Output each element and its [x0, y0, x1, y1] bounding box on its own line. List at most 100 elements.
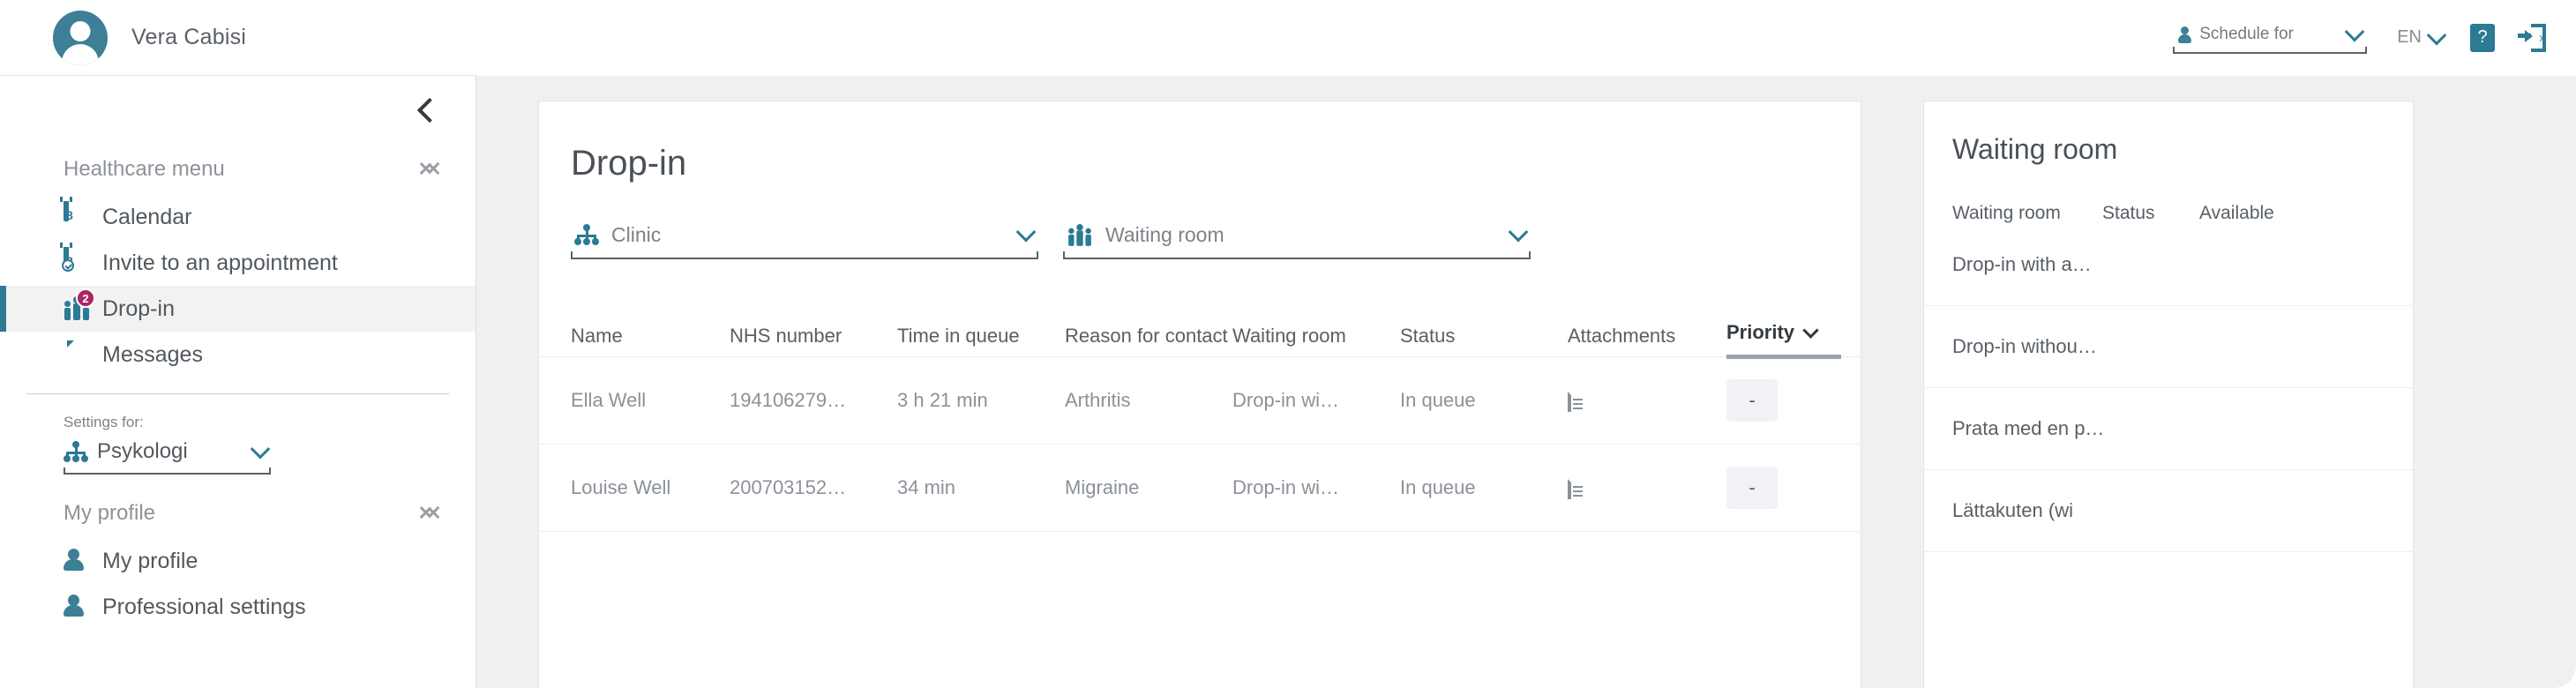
- language-label: EN: [2397, 27, 2422, 47]
- sidebar-collapse-button[interactable]: [0, 76, 476, 145]
- cell-time-in-queue: 34 min: [897, 476, 956, 498]
- sidebar-item-messages[interactable]: Messages: [0, 332, 476, 378]
- table-header-row: Name NHS number Time in queue Reason for…: [539, 295, 1861, 359]
- waiting-room-name: Prata med en p…: [1952, 417, 2102, 439]
- my-profile-header: My profile: [0, 489, 476, 538]
- column-header-priority-label: Priority: [1726, 321, 1795, 343]
- waiting-room-row[interactable]: Drop-in withou…: [1924, 306, 2413, 388]
- drop-in-panel: Drop-in Clinic Waiting room Name NHS num…: [538, 101, 1861, 688]
- document-icon[interactable]: [1568, 476, 1571, 499]
- cell-status: In queue: [1400, 476, 1476, 498]
- sidebar-item-my-profile[interactable]: My profile: [0, 538, 476, 584]
- drop-in-badge: 2: [76, 288, 95, 308]
- clinic-select[interactable]: Clinic: [571, 221, 1038, 259]
- cell-waiting-room: Drop-in wi…: [1232, 476, 1340, 498]
- waiting-room-select[interactable]: Waiting room: [1063, 221, 1531, 259]
- people-icon: [1067, 223, 1092, 246]
- sidebar-item-drop-in[interactable]: 2 Drop-in: [0, 286, 476, 332]
- column-header-waiting-room: Waiting room: [1952, 203, 2061, 223]
- sidebar-item-invite-to-an-appointment[interactable]: 8 Invite to an appointment: [0, 240, 476, 286]
- chevron-down-icon: [1015, 221, 1037, 243]
- calendar-icon: 8: [60, 197, 90, 230]
- collapse-section-icon[interactable]: [419, 497, 440, 527]
- settings-for-select[interactable]: Psykologi: [64, 437, 271, 475]
- table-row[interactable]: Ella Well 194106279… 3 h 21 min Arthriti…: [539, 357, 1861, 445]
- cell-attachments[interactable]: [1568, 389, 1726, 412]
- sidebar-item-label: My profile: [102, 548, 198, 573]
- column-header-status: Status: [2102, 203, 2155, 223]
- people-icon: 2: [64, 288, 95, 322]
- page-title: Drop-in: [571, 144, 687, 183]
- cell-waiting-room: Drop-in wi…: [1232, 389, 1340, 411]
- sidebar-item-calendar[interactable]: 8 Calendar: [0, 194, 476, 240]
- settings-for-label: Settings for:: [64, 414, 144, 430]
- person-icon: [64, 548, 90, 574]
- column-header-available: Available: [2199, 203, 2274, 223]
- chevron-down-icon: [2344, 21, 2365, 42]
- waiting-room-row[interactable]: Prata med en p…: [1924, 388, 2413, 470]
- top-bar: Vera Cabisi Schedule for EN ? x: [0, 0, 2576, 75]
- cell-attachments[interactable]: [1568, 476, 1726, 499]
- logout-icon[interactable]: x: [2518, 23, 2546, 52]
- waiting-room-name: Drop-in with a…: [1952, 253, 2092, 275]
- cell-reason: Arthritis: [1065, 389, 1131, 411]
- column-header-time-in-queue[interactable]: Time in queue: [897, 325, 1065, 356]
- chevron-left-icon: [416, 97, 443, 123]
- sidebar-item-label: Drop-in: [102, 295, 175, 321]
- sidebar-item-label: Calendar: [102, 204, 192, 229]
- waiting-room-panel: Waiting room Waiting room Status Availab…: [1923, 101, 2414, 688]
- priority-chip[interactable]: -: [1726, 379, 1778, 422]
- priority-chip[interactable]: -: [1726, 467, 1778, 509]
- application-window: Vera Cabisi Schedule for EN ? x Healthca…: [0, 0, 2576, 688]
- column-header-nhs-number[interactable]: NHS number: [730, 325, 897, 356]
- cell-nhs-number: 194106279…: [730, 389, 847, 411]
- schedule-for-select[interactable]: Schedule for: [2173, 21, 2368, 54]
- column-header-reason-for-contact[interactable]: Reason for contact: [1065, 325, 1232, 356]
- column-header-name[interactable]: Name: [571, 325, 730, 356]
- avatar-head: [70, 20, 91, 41]
- message-icon: [64, 341, 90, 368]
- chevron-down-icon: [1802, 321, 1819, 339]
- table-row[interactable]: Louise Well 200703152… 34 min Migraine D…: [539, 445, 1861, 532]
- collapse-section-icon[interactable]: [419, 153, 440, 183]
- content-area: Drop-in Clinic Waiting room Name NHS num…: [476, 76, 2576, 688]
- document-icon[interactable]: [1568, 389, 1571, 412]
- cell-nhs-number: 200703152…: [730, 476, 847, 498]
- queue-table: Name NHS number Time in queue Reason for…: [539, 295, 1861, 532]
- chevron-down-icon: [1508, 221, 1529, 243]
- org-chart-icon: [574, 224, 599, 245]
- clinic-select-label: Clinic: [611, 222, 662, 246]
- my-profile-title: My profile: [64, 501, 156, 525]
- cell-priority: -: [1726, 467, 1841, 509]
- column-header-priority[interactable]: Priority: [1726, 321, 1841, 359]
- arrow-head: [2525, 29, 2533, 42]
- org-chart-icon: [64, 441, 88, 462]
- user-name: Vera Cabisi: [131, 25, 247, 49]
- chevron-down-icon: [2426, 25, 2447, 45]
- avatar[interactable]: [53, 10, 108, 65]
- sidebar-item-professional-settings[interactable]: Professional settings: [0, 584, 476, 630]
- cell-name: Louise Well: [571, 476, 671, 498]
- column-header-attachments[interactable]: Attachments: [1568, 325, 1726, 356]
- waiting-room-header-row: Waiting room Status Available: [1924, 166, 2413, 224]
- cell-name: Ella Well: [571, 389, 647, 411]
- cell-time-in-queue: 3 h 21 min: [897, 389, 988, 411]
- column-header-waiting-room[interactable]: Waiting room: [1232, 325, 1400, 356]
- schedule-for-label: Schedule for: [2199, 25, 2294, 43]
- waiting-room-name: Lättakuten (wi: [1952, 499, 2073, 521]
- filter-bar: Clinic Waiting room: [539, 183, 1861, 259]
- top-bar-actions: Schedule for EN ? x: [2173, 21, 2546, 54]
- language-select[interactable]: EN: [2397, 25, 2447, 48]
- waiting-room-row[interactable]: Drop-in with a…: [1924, 224, 2413, 306]
- settings-for-block: Settings for: Psykologi: [0, 394, 476, 475]
- healthcare-menu-header: Healthcare menu: [0, 145, 476, 194]
- cell-priority: -: [1726, 379, 1841, 422]
- waiting-room-name: Drop-in withou…: [1952, 335, 2097, 357]
- help-button[interactable]: ?: [2470, 23, 2495, 52]
- waiting-room-row[interactable]: Lättakuten (wi: [1924, 470, 2413, 552]
- avatar-body: [62, 43, 99, 65]
- logout-x-label: x: [2539, 30, 2546, 44]
- column-header-status[interactable]: Status: [1400, 325, 1568, 356]
- person-icon: [64, 594, 90, 620]
- cell-reason: Migraine: [1065, 476, 1140, 498]
